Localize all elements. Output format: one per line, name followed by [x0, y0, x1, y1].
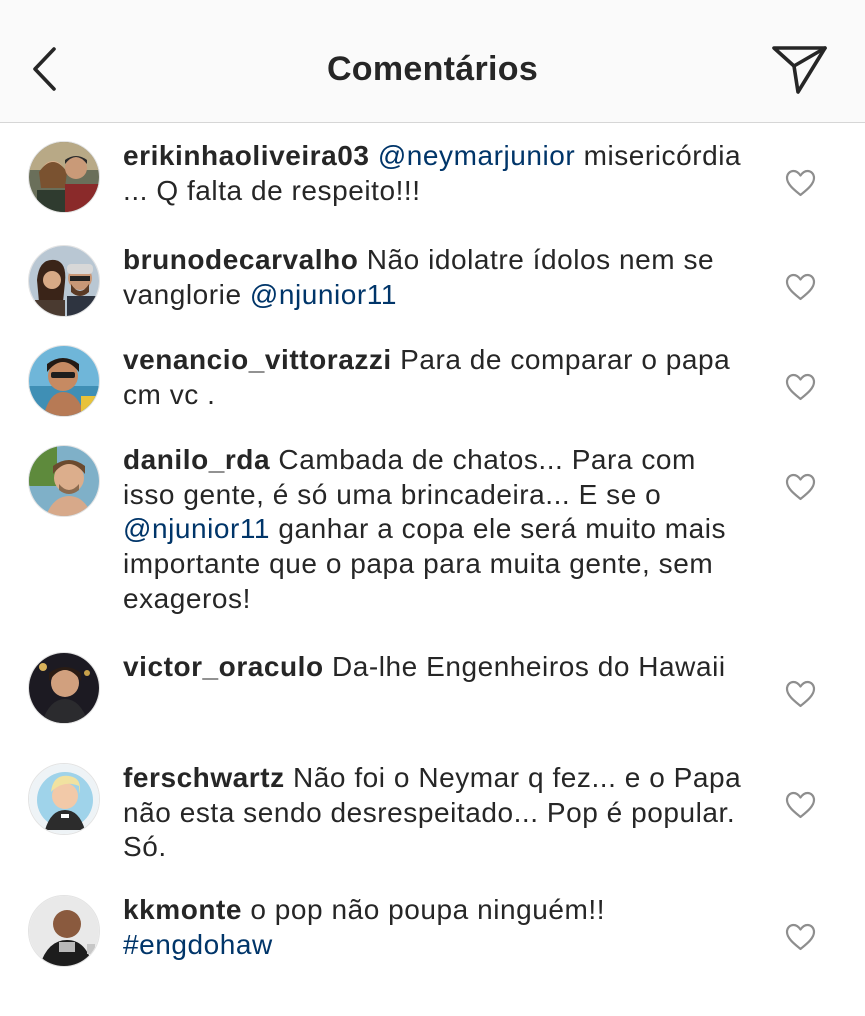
mention-link[interactable]: @neymarjunior — [378, 140, 575, 171]
avatar[interactable] — [28, 763, 100, 835]
heart-outline-icon[interactable] — [785, 473, 816, 501]
avatar[interactable] — [28, 895, 100, 967]
page-title: Comentários — [326, 50, 539, 88]
heart-outline-icon[interactable] — [785, 923, 816, 951]
heart-outline-icon[interactable] — [785, 791, 816, 819]
comment-text: kkmonte o pop não poupa ninguém!! #engdo… — [123, 894, 606, 960]
mention-link[interactable]: @njunior11 — [250, 279, 397, 310]
avatar[interactable] — [28, 245, 100, 317]
heart-outline-icon[interactable] — [785, 273, 816, 301]
paper-plane-icon — [772, 46, 827, 94]
share-button[interactable] — [768, 40, 832, 100]
username[interactable]: ferschwartz — [123, 762, 285, 793]
avatar[interactable] — [28, 652, 100, 724]
comment-text: danilo_rda Cambada de chatos... Para com… — [123, 444, 727, 614]
comment-text: victor_oraculo Da-lhe Engenheiros do Haw… — [123, 651, 726, 682]
mention-link[interactable]: @njunior11 — [123, 513, 270, 544]
username[interactable]: venancio_vittorazzi — [123, 344, 392, 375]
username[interactable]: brunodecarvalho — [123, 244, 358, 275]
heart-outline-icon[interactable] — [785, 680, 816, 708]
comment-text: brunodecarvalho Não idolatre ídolos nem … — [123, 244, 715, 310]
username[interactable]: danilo_rda — [123, 444, 270, 475]
username[interactable]: kkmonte — [123, 894, 242, 925]
username[interactable]: erikinhaoliveira03 — [123, 140, 369, 171]
heart-outline-icon[interactable] — [785, 169, 816, 197]
heart-outline-icon[interactable] — [785, 373, 816, 401]
username[interactable]: victor_oraculo — [123, 651, 324, 682]
avatar[interactable] — [28, 141, 100, 213]
avatar[interactable] — [28, 445, 100, 517]
avatar[interactable] — [28, 345, 100, 417]
comment-text: ferschwartz Não foi o Neymar q fez... e … — [123, 762, 742, 863]
top-bar: Comentários — [0, 0, 865, 123]
comment-text: erikinhaoliveira03 @neymarjunior miseric… — [123, 140, 742, 206]
comment-text: venancio_vittorazzi Para de comparar o p… — [123, 344, 731, 410]
hashtag-link[interactable]: #engdohaw — [123, 929, 273, 960]
